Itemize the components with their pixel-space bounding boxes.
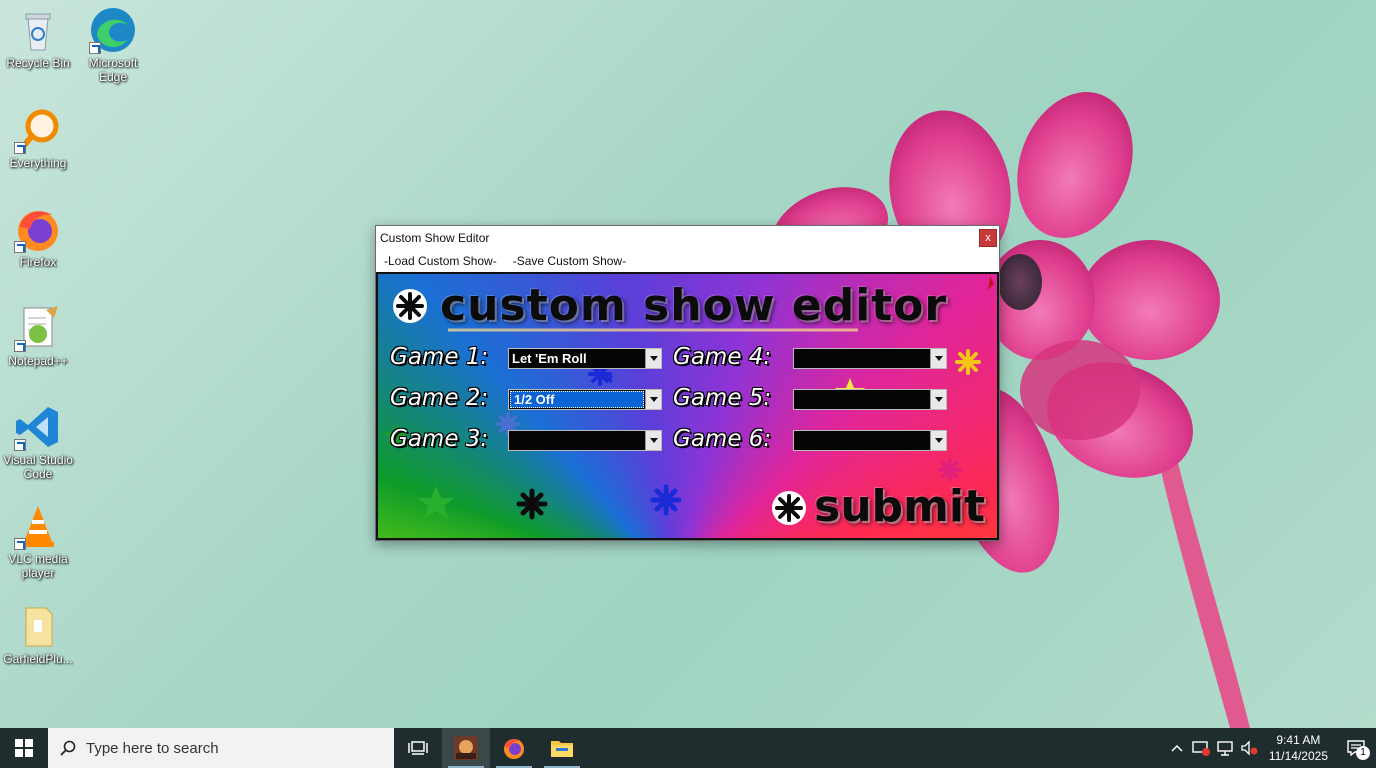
tray-overflow-button[interactable] — [1165, 728, 1189, 768]
desktop-icon-label: Everything — [9, 156, 67, 170]
vscode-icon — [14, 403, 62, 451]
menu-save-custom-show[interactable]: -Save Custom Show- — [513, 254, 626, 268]
panel-heading: custom show editor — [440, 280, 948, 331]
submit-burst-icon — [772, 491, 806, 525]
network-icon — [1217, 741, 1233, 756]
menu-load-custom-show[interactable]: -Load Custom Show- — [384, 254, 497, 268]
game-3-dropdown[interactable] — [508, 430, 662, 451]
window-title: Custom Show Editor — [380, 231, 490, 245]
garfield-app-icon — [454, 736, 478, 760]
custom-show-editor-window: Custom Show Editor x -Load Custom Show- … — [375, 225, 1000, 541]
vlc-icon — [14, 502, 62, 550]
desktop-icon-recycle-bin[interactable]: Recycle Bin — [0, 6, 76, 70]
taskbar-app-file-explorer[interactable] — [538, 728, 586, 768]
game-2-dropdown[interactable]: 1/2 Off — [508, 389, 662, 410]
firefox-icon — [504, 739, 524, 759]
window-titlebar[interactable]: Custom Show Editor — [376, 226, 999, 250]
chevron-down-icon[interactable] — [645, 390, 661, 409]
chevron-up-icon — [1171, 744, 1183, 752]
volume-muted-icon — [1241, 740, 1258, 756]
chevron-down-icon[interactable] — [930, 431, 946, 450]
search-placeholder: Type here to search — [86, 739, 219, 757]
recycle-bin-icon — [14, 6, 62, 54]
game-6-label: Game 6: — [673, 426, 772, 452]
taskbar-app-firefox[interactable] — [490, 728, 538, 768]
taskbar-app-garfield[interactable] — [442, 728, 490, 768]
windows-logo-icon — [15, 739, 33, 757]
security-alert-icon — [1192, 741, 1210, 756]
game-5-label: Game 5: — [673, 385, 772, 411]
chevron-down-icon[interactable] — [930, 349, 946, 368]
edge-icon — [89, 6, 137, 54]
search-icon — [60, 740, 76, 756]
game-5-dropdown[interactable] — [793, 389, 947, 410]
everything-search-icon — [14, 106, 62, 154]
game-3-label: Game 3: — [390, 426, 489, 452]
desktop-icon-notepadpp[interactable]: Notepad++ — [0, 304, 76, 368]
clock-date: 11/14/2025 — [1268, 749, 1328, 763]
chevron-down-icon[interactable] — [930, 390, 946, 409]
game-1-value: Let 'Em Roll — [512, 351, 587, 366]
desktop-icon-everything[interactable]: Everything — [0, 106, 76, 170]
submit-button[interactable]: submit — [814, 481, 985, 532]
start-button[interactable] — [0, 728, 48, 768]
desktop-icon-edge[interactable]: Microsoft Edge — [75, 6, 151, 84]
desktop-icon-vscode[interactable]: Visual Studio Code — [0, 403, 76, 481]
desktop-icon-label: Microsoft Edge — [88, 56, 138, 84]
file-explorer-icon — [551, 741, 573, 757]
game-2-value: 1/2 Off — [510, 391, 644, 408]
notepad-plus-plus-icon — [14, 304, 62, 352]
clock-time: 9:41 AM — [1276, 733, 1321, 747]
task-view-icon — [408, 741, 428, 755]
menu-bar: -Load Custom Show- -Save Custom Show- — [376, 250, 999, 272]
chevron-down-icon[interactable] — [645, 431, 661, 450]
game-1-label: Game 1: — [390, 344, 489, 370]
desktop-icon-label: Visual Studio Code — [3, 453, 73, 481]
taskbar-search-box[interactable]: Type here to search — [48, 728, 394, 768]
task-view-button[interactable] — [394, 728, 442, 768]
desktop-icon-vlc[interactable]: VLC media player — [0, 502, 76, 580]
tray-security-button[interactable] — [1189, 728, 1213, 768]
desktop-icon-label: Recycle Bin — [6, 56, 70, 70]
heading-burst-icon — [393, 289, 427, 323]
editor-panel: custom show editor Game 1: Let 'Em Roll … — [376, 272, 999, 540]
desktop-icon-garfield-folder[interactable]: GarfieldPlu... — [0, 602, 76, 666]
folder-icon — [14, 602, 62, 650]
desktop-icon-label: GarfieldPlu... — [3, 652, 73, 666]
taskbar-clock[interactable]: 9:41 AM 11/14/2025 — [1261, 732, 1336, 764]
desktop-icon-label: Notepad++ — [8, 354, 68, 368]
taskbar: Type here to search 9:41 AM 11/14/2025 1 — [0, 728, 1376, 768]
notification-center-button[interactable]: 1 — [1336, 728, 1376, 768]
firefox-icon — [14, 205, 62, 253]
game-4-label: Game 4: — [673, 344, 772, 370]
chevron-down-icon[interactable] — [645, 349, 661, 368]
system-tray: 9:41 AM 11/14/2025 1 — [1165, 728, 1376, 768]
notification-badge: 1 — [1356, 746, 1370, 760]
game-1-dropdown[interactable]: Let 'Em Roll — [508, 348, 662, 369]
tray-network-button[interactable] — [1213, 728, 1237, 768]
desktop-icon-label: Firefox — [19, 255, 57, 269]
close-button[interactable]: x — [979, 229, 997, 247]
game-4-dropdown[interactable] — [793, 348, 947, 369]
desktop-icon-firefox[interactable]: Firefox — [0, 205, 76, 269]
desktop-icon-label: VLC media player — [8, 552, 68, 580]
game-2-label: Game 2: — [390, 385, 489, 411]
game-6-dropdown[interactable] — [793, 430, 947, 451]
tray-volume-button[interactable] — [1237, 728, 1261, 768]
